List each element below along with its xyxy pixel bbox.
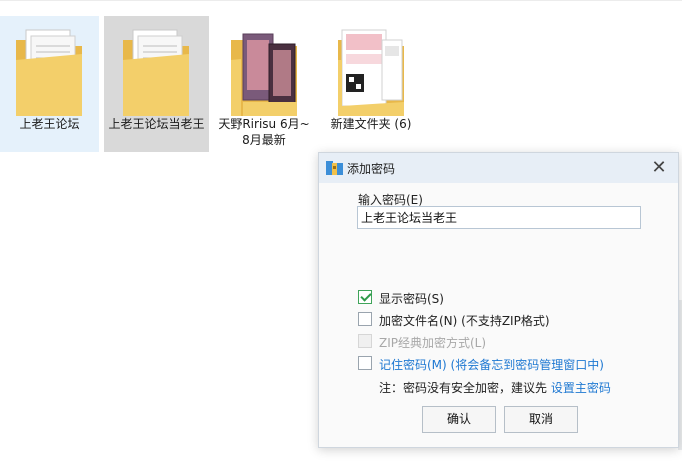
folder-icon xyxy=(338,29,404,116)
encrypt-filenames-checkbox[interactable] xyxy=(358,312,372,326)
zip-classic-label: ZIP经典加密方式(L) xyxy=(379,336,487,350)
folder-item-label: 天野Ririsu 6月~8月最新 xyxy=(218,117,310,147)
folder-item-2[interactable]: 上老王论坛当老王 xyxy=(104,16,209,152)
security-note-text: 注：密码没有安全加密，建议先 xyxy=(379,381,551,395)
cancel-button[interactable]: 取消 xyxy=(504,406,578,433)
folder-item-label: 上老王论坛 xyxy=(19,117,80,131)
close-icon[interactable]: ✕ xyxy=(648,157,670,179)
folder-icon xyxy=(231,33,297,116)
folder-icon xyxy=(123,29,189,116)
remember-password-checkbox[interactable] xyxy=(358,356,372,370)
show-password-checkbox[interactable] xyxy=(358,290,372,304)
set-master-password-link[interactable]: 设置主密码 xyxy=(551,381,611,395)
remember-password-label[interactable]: 记住密码(M) (将会备忘到密码管理窗口中) xyxy=(379,356,604,373)
security-note: 注：密码没有安全加密，建议先 设置主密码 xyxy=(379,379,611,396)
dialog-title: 添加密码 xyxy=(347,162,396,176)
add-password-dialog: 添加密码 ✕ 输入密码(E) 显示密码(S) 加密文件名(N) (不支持ZIP格… xyxy=(318,152,679,448)
zip-classic-checkbox xyxy=(358,334,372,348)
folder-item-4[interactable]: 新建文件夹 (6) xyxy=(318,16,424,152)
folder-item-label: 新建文件夹 (6) xyxy=(330,117,412,131)
encrypt-filenames-label: 加密文件名(N) (不支持ZIP格式) xyxy=(379,314,550,328)
folder-item-1[interactable]: 上老王论坛 xyxy=(0,16,99,152)
archive-icon xyxy=(326,161,343,175)
dialog-titlebar[interactable]: 添加密码 ✕ xyxy=(319,153,678,183)
password-input[interactable] xyxy=(357,206,641,229)
folder-item-label: 上老王论坛当老王 xyxy=(108,117,205,131)
confirm-button[interactable]: 确认 xyxy=(422,406,496,433)
folder-icon xyxy=(16,29,82,116)
show-password-label: 显示密码(S) xyxy=(379,292,444,306)
folder-item-3[interactable]: 天野Ririsu 6月~8月最新 xyxy=(214,16,314,152)
